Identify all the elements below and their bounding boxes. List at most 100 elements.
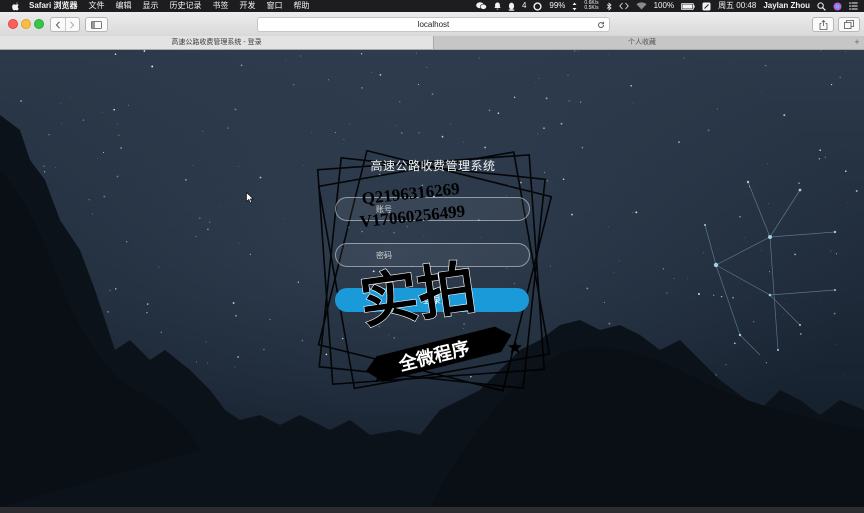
sidebar-button[interactable] <box>85 17 108 32</box>
star <box>819 149 822 152</box>
star <box>192 165 194 166</box>
star <box>545 97 548 100</box>
battery-icon[interactable] <box>681 2 695 10</box>
apple-icon[interactable] <box>11 1 21 11</box>
star <box>297 281 299 283</box>
menu-window[interactable]: 窗口 <box>266 0 282 12</box>
wifi-icon[interactable] <box>636 2 647 10</box>
new-tab-plus-icon[interactable]: + <box>850 36 864 49</box>
user-name[interactable]: Jaylan Zhou <box>763 0 810 12</box>
mouse-cursor-icon <box>246 192 254 204</box>
star <box>753 321 755 323</box>
menu-history[interactable]: 历史记录 <box>169 0 201 12</box>
star <box>43 165 45 167</box>
star <box>571 213 573 216</box>
star <box>463 141 465 143</box>
star-right-icon <box>508 340 522 354</box>
star <box>145 62 146 63</box>
qq-icon[interactable] <box>508 2 515 11</box>
star <box>371 71 372 73</box>
menu-edit[interactable]: 编辑 <box>115 0 131 12</box>
menu-bookmarks[interactable]: 书签 <box>212 0 228 12</box>
star <box>843 374 845 376</box>
star <box>608 226 609 228</box>
menu-view[interactable]: 显示 <box>142 0 158 12</box>
menu-help[interactable]: 帮助 <box>293 0 309 12</box>
share-button[interactable] <box>812 17 834 32</box>
code-brackets-icon[interactable] <box>618 2 629 10</box>
star <box>560 122 563 125</box>
star <box>195 361 197 363</box>
star <box>630 84 633 87</box>
star <box>767 163 768 165</box>
star <box>450 123 451 125</box>
star <box>841 108 843 109</box>
bluetooth-icon[interactable] <box>606 1 612 11</box>
star <box>263 348 265 351</box>
star <box>102 112 103 114</box>
notification-center-icon[interactable] <box>849 2 858 10</box>
bell-icon[interactable] <box>494 2 501 10</box>
star <box>151 65 154 68</box>
star <box>603 301 605 303</box>
star <box>568 100 570 102</box>
star <box>441 135 444 138</box>
star <box>349 123 351 125</box>
tab-favorites[interactable]: 个人收藏 <box>434 36 850 49</box>
star <box>114 53 117 55</box>
reload-icon[interactable] <box>597 18 605 31</box>
sidebar-icon <box>91 20 102 29</box>
tab-login[interactable]: 高速公路收费管理系统 - 登录 <box>0 36 434 49</box>
star <box>61 122 62 124</box>
activity-ring-icon[interactable] <box>533 1 542 11</box>
star <box>361 87 363 89</box>
star <box>782 314 784 315</box>
spotlight-search-icon[interactable] <box>817 1 826 11</box>
star <box>538 77 540 80</box>
star <box>234 366 236 368</box>
star <box>327 79 330 81</box>
star <box>160 331 162 334</box>
star <box>586 287 589 290</box>
star <box>292 83 295 86</box>
star <box>400 132 403 134</box>
star <box>303 165 305 166</box>
star <box>82 119 85 121</box>
star <box>698 293 700 295</box>
show-all-tabs-button[interactable] <box>838 17 860 32</box>
star <box>581 146 584 149</box>
cpu-percent: 99% <box>549 1 566 10</box>
star <box>285 58 286 60</box>
star <box>113 108 116 111</box>
star <box>185 179 187 181</box>
input-method-icon[interactable] <box>702 2 711 11</box>
star <box>103 151 105 154</box>
window-fullscreen-button[interactable] <box>34 19 44 29</box>
menu-safari[interactable]: Safari 浏览器 <box>29 0 77 12</box>
menu-develop[interactable]: 开发 <box>239 0 255 12</box>
star <box>666 292 668 294</box>
star <box>109 289 111 292</box>
window-close-button[interactable] <box>8 19 18 29</box>
tabs-overview-icon <box>844 20 854 29</box>
star <box>484 146 486 149</box>
star <box>235 314 237 317</box>
back-button[interactable] <box>51 18 65 31</box>
star <box>619 260 620 262</box>
star <box>396 125 397 127</box>
star <box>765 362 767 364</box>
menu-file[interactable]: 文件 <box>88 0 104 12</box>
wechat-icon[interactable] <box>476 2 487 10</box>
star <box>613 272 615 273</box>
star <box>116 123 119 125</box>
siri-icon[interactable] <box>833 2 842 11</box>
star <box>269 319 271 321</box>
window-minimize-button[interactable] <box>21 19 31 29</box>
star <box>608 54 609 56</box>
address-bar[interactable]: localhost <box>257 17 610 32</box>
star <box>733 342 736 345</box>
star <box>800 333 802 335</box>
forward-button[interactable] <box>64 18 80 31</box>
clock[interactable]: 周五 00:48 <box>718 0 756 12</box>
star <box>768 203 770 204</box>
